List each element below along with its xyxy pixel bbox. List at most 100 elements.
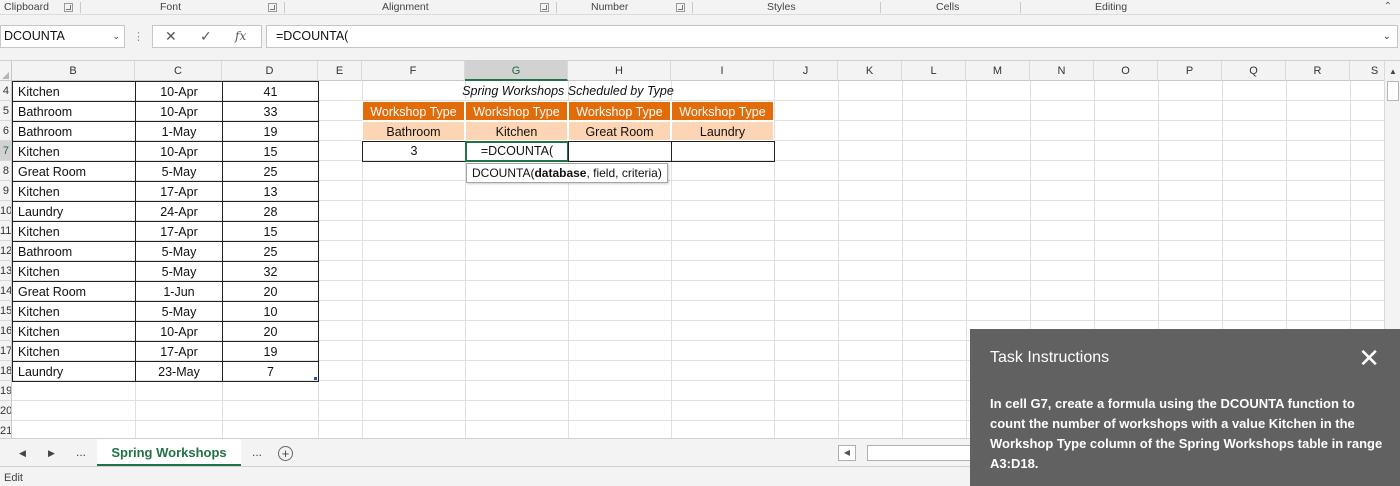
table-cell-count[interactable]: 15 xyxy=(222,141,319,162)
table-cell-date[interactable]: 23-May xyxy=(135,361,223,382)
summary-criteria[interactable]: Great Room xyxy=(568,121,671,141)
table-cell-type[interactable]: Bathroom xyxy=(12,241,136,262)
table-cell-count[interactable]: 20 xyxy=(222,321,319,342)
summary-result[interactable]: 3 xyxy=(362,141,466,162)
column-header-b[interactable]: B xyxy=(12,61,135,81)
name-box[interactable]: DCOUNTA ⌄ xyxy=(0,25,125,48)
add-sheet-icon[interactable]: + xyxy=(278,446,293,461)
row-header-7[interactable]: 7 xyxy=(0,141,11,161)
table-cell-count[interactable]: 32 xyxy=(222,261,319,282)
column-header-p[interactable]: P xyxy=(1158,61,1222,81)
table-cell-count[interactable]: 28 xyxy=(222,201,319,222)
summary-header[interactable]: Workshop Type xyxy=(465,101,568,121)
alignment-launcher-icon[interactable] xyxy=(540,3,549,12)
table-cell-count[interactable]: 41 xyxy=(222,81,319,102)
table-cell-count[interactable]: 10 xyxy=(222,301,319,322)
summary-criteria[interactable]: Bathroom xyxy=(362,121,465,141)
summary-result[interactable] xyxy=(568,141,672,162)
row-header-15[interactable]: 15 xyxy=(0,301,11,321)
table-cell-date[interactable]: 10-Apr xyxy=(135,321,223,342)
column-header-n[interactable]: N xyxy=(1030,61,1094,81)
table-cell-date[interactable]: 5-May xyxy=(135,241,223,262)
table-cell-count[interactable]: 15 xyxy=(222,221,319,242)
table-cell-type[interactable]: Bathroom xyxy=(12,121,136,142)
column-header-e[interactable]: E xyxy=(318,61,362,81)
table-cell-date[interactable]: 1-May xyxy=(135,121,223,142)
row-header-4[interactable]: 4 xyxy=(0,81,11,101)
table-cell-type[interactable]: Kitchen xyxy=(12,261,136,282)
column-header-q[interactable]: Q xyxy=(1222,61,1286,81)
column-header-r[interactable]: R xyxy=(1286,61,1350,81)
table-cell-type[interactable]: Kitchen xyxy=(12,141,136,162)
table-cell-type[interactable]: Great Room xyxy=(12,161,136,182)
more-options-icon[interactable]: ⋮ xyxy=(133,32,144,43)
column-header-g[interactable]: G xyxy=(465,61,568,81)
scrollbar-thumb[interactable] xyxy=(1387,81,1399,101)
enter-icon[interactable]: ✓ xyxy=(200,28,212,45)
table-cell-date[interactable]: 10-Apr xyxy=(135,101,223,122)
sheet-tab-spring-workshops[interactable]: Spring Workshops xyxy=(97,439,241,467)
column-header-o[interactable]: O xyxy=(1094,61,1158,81)
table-cell-date[interactable]: 5-May xyxy=(135,301,223,322)
formula-input[interactable]: =DCOUNTA( ⌄ xyxy=(266,25,1398,48)
table-cell-count[interactable]: 13 xyxy=(222,181,319,202)
row-header-5[interactable]: 5 xyxy=(0,101,11,121)
summary-header[interactable]: Workshop Type xyxy=(671,101,774,121)
table-cell-date[interactable]: 17-Apr xyxy=(135,341,223,362)
table-cell-count[interactable]: 19 xyxy=(222,341,319,362)
table-cell-type[interactable]: Kitchen xyxy=(12,341,136,362)
tooltip-arg-database[interactable]: database xyxy=(534,166,586,180)
column-header-h[interactable]: H xyxy=(568,61,671,81)
row-header-14[interactable]: 14 xyxy=(0,281,11,301)
table-resize-handle[interactable] xyxy=(314,377,317,380)
row-header-6[interactable]: 6 xyxy=(0,121,11,141)
table-cell-date[interactable]: 1-Jun xyxy=(135,281,223,302)
scroll-left-icon[interactable]: ◀ xyxy=(838,445,856,461)
summary-criteria[interactable]: Laundry xyxy=(671,121,774,141)
more-sheets-right[interactable]: ... xyxy=(252,445,262,459)
row-header-13[interactable]: 13 xyxy=(0,261,11,281)
horizontal-scrollbar[interactable] xyxy=(867,445,977,461)
next-sheet-icon[interactable]: ▶ xyxy=(48,448,55,459)
table-cell-count[interactable]: 33 xyxy=(222,101,319,122)
column-header-d[interactable]: D xyxy=(222,61,318,81)
summary-result[interactable] xyxy=(671,141,775,162)
table-cell-type[interactable]: Kitchen xyxy=(12,321,136,342)
cancel-icon[interactable]: ✕ xyxy=(165,28,177,45)
column-header-m[interactable]: M xyxy=(966,61,1030,81)
expand-formula-bar-icon[interactable]: ⌄ xyxy=(1383,26,1391,47)
table-cell-date[interactable]: 10-Apr xyxy=(135,141,223,162)
table-cell-type[interactable]: Kitchen xyxy=(12,181,136,202)
select-all-button[interactable] xyxy=(0,61,12,81)
table-cell-count[interactable]: 19 xyxy=(222,121,319,142)
row-header-11[interactable]: 11 xyxy=(0,221,11,241)
table-cell-type[interactable]: Bathroom xyxy=(12,101,136,122)
table-cell-date[interactable]: 24-Apr xyxy=(135,201,223,222)
row-header-20[interactable]: 20 xyxy=(0,401,11,421)
row-header-16[interactable]: 16 xyxy=(0,321,11,341)
active-cell-g7[interactable]: =DCOUNTA( xyxy=(465,141,569,162)
column-header-i[interactable]: I xyxy=(671,61,774,81)
more-sheets-left[interactable]: ... xyxy=(76,445,86,459)
row-header-8[interactable]: 8 xyxy=(0,161,11,181)
table-cell-type[interactable]: Kitchen xyxy=(12,81,136,102)
column-header-k[interactable]: K xyxy=(838,61,902,81)
row-header-10[interactable]: 10 xyxy=(0,201,11,221)
table-cell-count[interactable]: 7 xyxy=(222,361,319,382)
column-header-f[interactable]: F xyxy=(362,61,465,81)
table-cell-date[interactable]: 5-May xyxy=(135,161,223,182)
row-header-18[interactable]: 18 xyxy=(0,361,11,381)
column-header-l[interactable]: L xyxy=(902,61,966,81)
collapse-ribbon-icon[interactable]: ⌃ xyxy=(1384,1,1392,12)
scroll-up-icon[interactable]: ▲ xyxy=(1389,67,1397,76)
table-cell-count[interactable]: 25 xyxy=(222,241,319,262)
row-header-9[interactable]: 9 xyxy=(0,181,11,201)
close-icon[interactable]: ✕ xyxy=(1358,345,1380,371)
summary-header[interactable]: Workshop Type xyxy=(568,101,671,121)
insert-function-icon[interactable]: fx xyxy=(235,29,246,43)
table-cell-date[interactable]: 17-Apr xyxy=(135,181,223,202)
row-header-17[interactable]: 17 xyxy=(0,341,11,361)
row-header-12[interactable]: 12 xyxy=(0,241,11,261)
number-launcher-icon[interactable] xyxy=(676,3,685,12)
row-header-21[interactable]: 21 xyxy=(0,421,11,438)
